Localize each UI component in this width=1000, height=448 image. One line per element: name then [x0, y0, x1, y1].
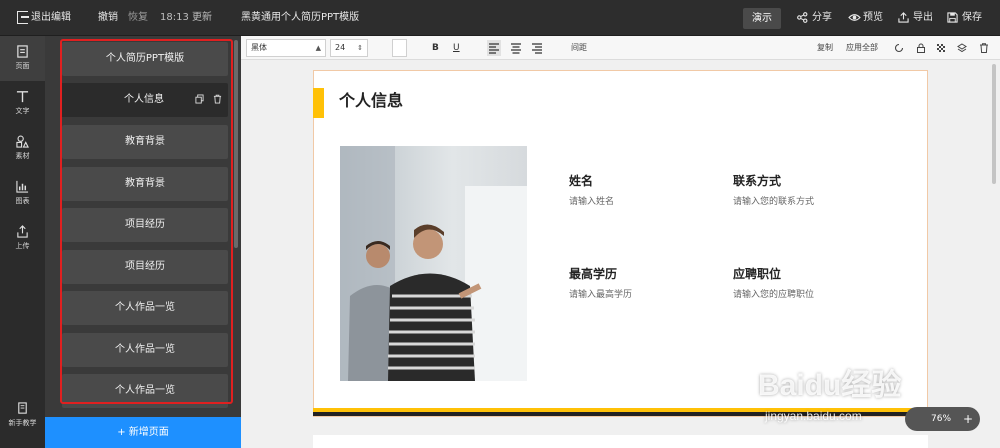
rail-label: 上传	[15, 242, 30, 250]
opacity-icon[interactable]	[936, 43, 946, 53]
exit-edit-button[interactable]: 退出编辑	[31, 0, 71, 36]
bold-button[interactable]: B	[432, 40, 439, 56]
spacing-button[interactable]: 间距	[571, 40, 587, 56]
delete-icon[interactable]	[979, 43, 989, 53]
lock-icon[interactable]	[916, 43, 926, 53]
export-icon[interactable]	[898, 12, 909, 23]
field-name-label[interactable]: 姓名	[569, 172, 593, 189]
rail-item-assets[interactable]: 素材	[0, 126, 45, 171]
rail-label: 图表	[15, 197, 30, 205]
copy-button[interactable]: 复制	[817, 40, 833, 56]
apply-all-button[interactable]: 应用全部	[846, 40, 878, 56]
next-slide[interactable]	[313, 435, 928, 448]
document-title[interactable]: 黑黄通用个人简历PPT模版	[241, 0, 359, 36]
color-swatch[interactable]	[392, 39, 407, 57]
zoom-in-button[interactable]: +	[963, 407, 973, 431]
trash-icon[interactable]	[213, 94, 222, 104]
present-button[interactable]: 演示	[743, 8, 781, 29]
field-education-placeholder[interactable]: 请输入最高学历	[569, 287, 632, 300]
page-thumb[interactable]: 教育背景	[62, 125, 228, 159]
profile-photo[interactable]	[340, 146, 527, 381]
pages-panel: 个人简历PPT模版 个人信息 教育背景 教育背景 项目经历 项目经历 个人作品一…	[45, 36, 241, 448]
font-family-value: 黑体	[251, 43, 267, 52]
undo-button[interactable]: 撤销	[98, 0, 118, 36]
page-thumb[interactable]: 教育背景	[62, 167, 228, 201]
field-position-placeholder[interactable]: 请输入您的应聘职位	[733, 287, 814, 300]
eye-icon[interactable]	[848, 12, 861, 23]
book-icon	[18, 402, 27, 414]
page-thumb-active[interactable]: 个人信息	[60, 83, 228, 117]
page-thumb[interactable]: 个人简历PPT模版	[62, 42, 228, 76]
field-education-label[interactable]: 最高学历	[569, 265, 617, 282]
page-thumb[interactable]: 项目经历	[62, 250, 228, 284]
export-button[interactable]: 导出	[913, 0, 933, 36]
field-contact-placeholder[interactable]: 请输入您的联系方式	[733, 194, 814, 207]
text-icon	[16, 91, 29, 103]
page-thumb[interactable]: 个人作品一览	[62, 333, 228, 367]
rail-label: 页面	[15, 62, 30, 70]
rotate-icon[interactable]	[894, 43, 904, 53]
zoom-value: 76%	[931, 414, 952, 424]
canvas-scrollbar[interactable]	[992, 64, 996, 184]
slide-title[interactable]: 个人信息	[339, 87, 403, 115]
share-button[interactable]: 分享	[812, 0, 832, 36]
page-thumb[interactable]: 项目经历	[62, 208, 228, 242]
font-family-select[interactable]: 黑体 ▲︎	[246, 39, 326, 57]
update-time: 18:13 更新	[160, 12, 212, 23]
underline-button[interactable]: U	[453, 40, 460, 56]
rail-item-tutorial[interactable]: 新手教学	[0, 393, 45, 438]
align-center-icon[interactable]	[509, 40, 523, 56]
preview-button[interactable]: 预览	[863, 0, 883, 36]
watermark-logo: Baidu经验	[758, 369, 902, 402]
rail-label: 素材	[15, 152, 30, 160]
align-right-icon[interactable]	[530, 40, 544, 56]
page-thumb[interactable]: 个人作品一览	[62, 291, 228, 325]
rail-item-upload[interactable]: 上传	[0, 216, 45, 261]
top-bar: 退出编辑 撤销 恢复 18:13 更新 黑黄通用个人简历PPT模版 演示 分享 …	[0, 0, 1000, 36]
pages-scrollbar[interactable]	[234, 40, 238, 248]
rail-item-pages[interactable]: 页面	[0, 36, 45, 81]
rail-item-charts[interactable]: 图表	[0, 171, 45, 216]
rail-label: 新手教学	[8, 419, 37, 427]
page-thumb-label: 个人信息	[124, 94, 164, 105]
title-accent-bar	[313, 88, 324, 118]
chart-icon	[16, 180, 29, 193]
upload-icon	[17, 225, 28, 238]
font-size-value: 24	[335, 43, 346, 52]
field-name-placeholder[interactable]: 请输入姓名	[569, 194, 614, 207]
save-icon[interactable]	[947, 12, 958, 23]
rail-item-text[interactable]: 文字	[0, 81, 45, 126]
rail-label: 文字	[15, 107, 30, 115]
watermark-url: jingyan.baidu.com	[765, 409, 862, 423]
font-size-stepper[interactable]: 24 ⇕	[330, 39, 368, 57]
page-icon	[17, 45, 28, 58]
redo-button[interactable]: 恢复	[128, 0, 148, 36]
page-thumb[interactable]: 个人作品一览	[62, 374, 228, 408]
add-page-button[interactable]: + 新增页面	[45, 417, 241, 448]
field-position-label[interactable]: 应聘职位	[733, 265, 781, 282]
zoom-control[interactable]: 76% +	[905, 407, 980, 431]
exit-icon[interactable]	[17, 11, 29, 24]
shapes-icon	[16, 135, 29, 148]
select-arrow-icon: ▲︎	[315, 44, 321, 52]
share-icon[interactable]	[797, 12, 808, 23]
field-contact-label[interactable]: 联系方式	[733, 172, 781, 189]
tool-rail: 页面 文字 素材 图表 上传 新手教学	[0, 36, 45, 448]
layers-icon[interactable]	[957, 43, 967, 53]
duplicate-icon[interactable]	[195, 94, 204, 104]
format-toolbar: 黑体 ▲︎ 24 ⇕ B U 间距 复制 应用全部	[241, 36, 1000, 60]
save-button[interactable]: 保存	[962, 0, 982, 36]
stepper-arrow-icon: ⇕	[357, 44, 363, 52]
align-left-icon[interactable]	[487, 40, 501, 56]
